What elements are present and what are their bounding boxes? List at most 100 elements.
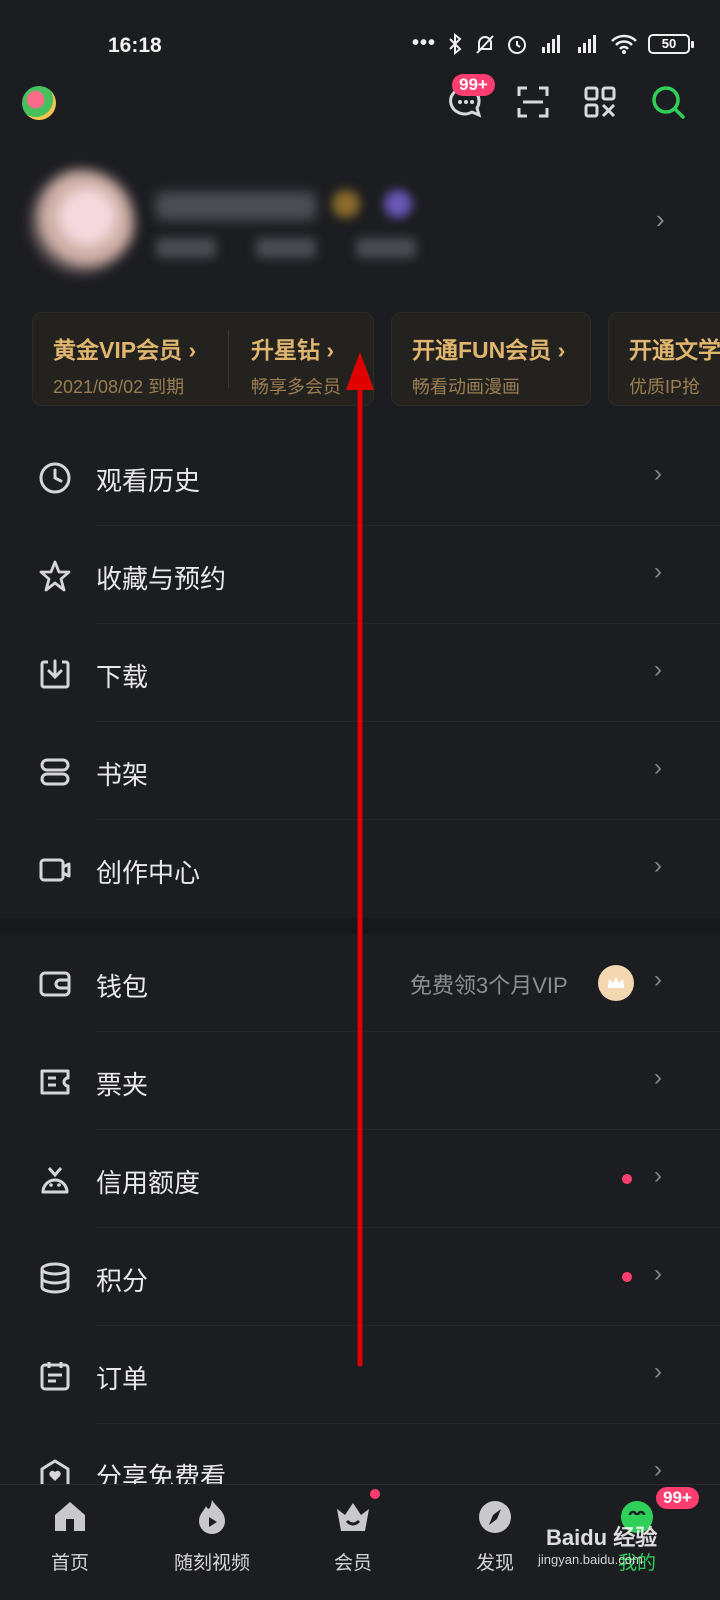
menu-orders[interactable]: 订单 ›: [0, 1326, 720, 1424]
profile-chevron-icon[interactable]: ›: [656, 204, 665, 235]
chevron-right-icon: ›: [654, 656, 662, 683]
bookshelf-icon: [40, 758, 70, 786]
qr-code-icon: [584, 86, 616, 118]
section-divider: [0, 918, 720, 934]
username-blurred: [156, 192, 316, 220]
app-logo[interactable]: [22, 86, 56, 120]
star-diamond-badge: [384, 190, 412, 218]
chevron-right-icon: ›: [654, 1162, 662, 1189]
nav-vip[interactable]: 会员: [293, 1497, 413, 1575]
literature-vip-sub: 优质IP抢: [629, 377, 701, 397]
compass-icon: [479, 1501, 511, 1533]
calendar-icon: [40, 1362, 70, 1391]
menu-favorites-label: 收藏与预约: [96, 564, 227, 594]
stat-following-blurred: [156, 238, 216, 258]
literature-vip-title: 开通文学: [629, 337, 720, 363]
wifi-icon: [611, 34, 637, 54]
menu-favorites[interactable]: 收藏与预约 ›: [0, 526, 720, 624]
vip-level-badge: [332, 190, 360, 218]
menu-bookshelf-label: 书架: [96, 760, 149, 790]
menu-points[interactable]: 积分 ›: [0, 1228, 720, 1326]
chevron-right-icon: ›: [654, 1064, 662, 1091]
user-avatar[interactable]: [30, 170, 134, 274]
vip-card-divider: [228, 330, 229, 388]
menu-orders-label: 订单: [96, 1364, 149, 1394]
more-dots-icon: •••: [411, 32, 436, 54]
menu-tickets[interactable]: 票夹 ›: [0, 1032, 720, 1130]
ticket-icon: [40, 1069, 70, 1095]
alarm-icon: [508, 35, 526, 54]
qr-code-button[interactable]: [580, 82, 620, 122]
star-icon: [39, 560, 71, 592]
wallet-promo-text[interactable]: 免费领3个月VIP: [410, 968, 568, 1000]
menu-credit-label: 信用额度: [96, 1168, 201, 1198]
menu-bookshelf[interactable]: 书架 ›: [0, 722, 720, 820]
search-icon: [652, 86, 685, 119]
menu-history-label: 观看历史: [96, 466, 201, 496]
baidu-watermark-url: jingyan.baidu.com: [538, 1552, 643, 1567]
message-count-badge: 99+: [452, 74, 495, 96]
stat-fans-blurred: [256, 238, 316, 258]
vip-card-literature[interactable]: 开通文学 优质IP抢: [608, 312, 720, 406]
wallet-icon: [39, 971, 71, 997]
credit-bag-icon: [41, 1167, 69, 1194]
chevron-right-icon: ›: [654, 1260, 662, 1287]
status-time: 16:18: [108, 34, 162, 57]
vip-gold-title: 黄金VIP会员 ›: [53, 337, 197, 363]
menu-download[interactable]: 下载 ›: [0, 624, 720, 722]
nav-shorts[interactable]: 随刻视频: [152, 1497, 272, 1575]
star-diamond-title: 升星钻 ›: [251, 337, 335, 363]
status-icons: ••• 50: [411, 32, 694, 55]
coins-icon: [40, 1262, 70, 1294]
nav-vip-dot: [370, 1489, 380, 1499]
menu-creator-label: 创作中心: [96, 858, 201, 888]
battery-indicator: 50: [648, 33, 694, 54]
menu-wallet[interactable]: 钱包 免费领3个月VIP ›: [0, 934, 720, 1032]
download-icon: [40, 659, 70, 689]
fun-vip-title: 开通FUN会员 ›: [412, 337, 566, 363]
chevron-right-icon: ›: [654, 966, 662, 993]
search-button[interactable]: [648, 82, 688, 122]
menu-history[interactable]: 观看历史 ›: [0, 428, 720, 526]
vip-card-gold[interactable]: 黄金VIP会员 › 2021/08/02 到期 升星钻 › 畅享多会员: [32, 312, 374, 406]
home-icon: [55, 1502, 85, 1531]
clock-icon: [39, 462, 71, 494]
video-camera-icon: [39, 858, 71, 882]
nav-discover[interactable]: 发现: [435, 1497, 555, 1575]
signal-hd-icon-2: [578, 34, 596, 53]
nav-vip-label: 会员: [333, 1553, 372, 1574]
chevron-right-icon: ›: [654, 460, 662, 487]
signal-hd-icon: [542, 34, 560, 53]
notification-dot: [622, 1174, 632, 1184]
bluetooth-icon: [449, 32, 462, 55]
chevron-right-icon: ›: [654, 558, 662, 585]
scan-button[interactable]: [513, 82, 553, 122]
chevron-right-icon: ›: [654, 754, 662, 781]
menu-tickets-label: 票夹: [96, 1070, 149, 1100]
vip-gold-expiry: 2021/08/02 到期: [53, 377, 185, 397]
notification-dot: [622, 1272, 632, 1282]
chevron-right-icon: ›: [654, 1456, 662, 1483]
scan-icon: [517, 86, 549, 118]
fun-vip-sub: 畅看动画漫画: [412, 377, 520, 397]
mute-bell-icon: [476, 34, 494, 54]
menu-credit[interactable]: 信用额度 ›: [0, 1130, 720, 1228]
menu-creator[interactable]: 创作中心 ›: [0, 820, 720, 918]
menu-download-label: 下载: [96, 662, 149, 692]
nav-home[interactable]: 首页: [10, 1497, 130, 1575]
stat-likes-blurred: [356, 238, 416, 258]
star-diamond-sub: 畅享多会员: [251, 377, 341, 397]
nav-mine-badge: 99+: [656, 1487, 699, 1509]
menu-points-label: 积分: [96, 1266, 149, 1296]
crown-nav-icon: [337, 1503, 369, 1531]
flame-icon: [199, 1500, 225, 1534]
nav-home-label: 首页: [50, 1553, 89, 1574]
nav-shorts-label: 随刻视频: [173, 1553, 250, 1574]
chevron-right-icon: ›: [654, 852, 662, 879]
vip-card-fun[interactable]: 开通FUN会员 › 畅看动画漫画: [391, 312, 591, 406]
chevron-right-icon: ›: [654, 1358, 662, 1385]
menu-wallet-label: 钱包: [96, 972, 149, 1002]
baidu-watermark: Baidu 经验: [546, 1525, 658, 1550]
crown-icon: [598, 965, 634, 1001]
nav-discover-label: 发现: [475, 1553, 514, 1574]
